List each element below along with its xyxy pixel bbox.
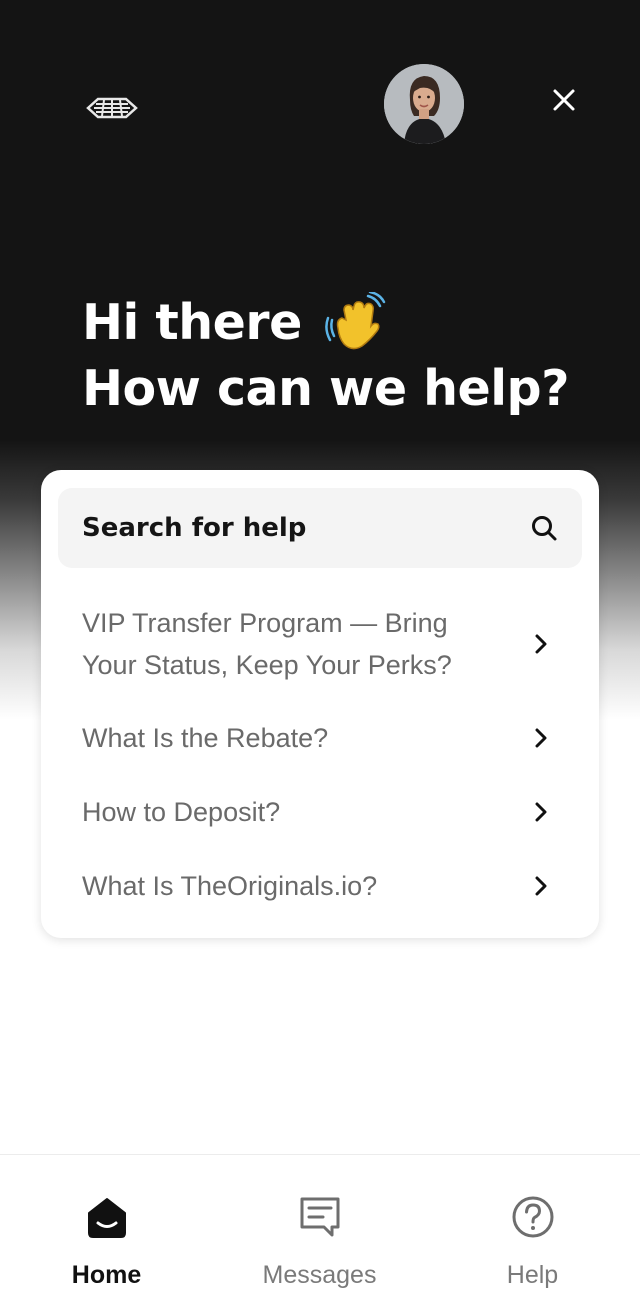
chevron-right-icon [529, 726, 553, 750]
chevron-right-icon [529, 800, 553, 824]
article-item[interactable]: How to Deposit? [41, 791, 599, 833]
home-icon [83, 1193, 131, 1241]
tab-messages[interactable]: Messages [213, 1155, 426, 1316]
messages-icon [296, 1193, 344, 1241]
help-center-page: Hi there How can we help? Search for hel… [0, 0, 640, 1316]
help-icon [509, 1193, 557, 1241]
tab-help-label: Help [506, 1261, 559, 1289]
greeting-line-1: Hi there [82, 290, 622, 356]
search-label: Search for help [82, 513, 307, 543]
greeting-text: Hi there [82, 294, 302, 351]
article-title: How to Deposit? [82, 797, 281, 827]
brand-logo-icon [84, 93, 140, 123]
greeting-question: How can we help? [82, 360, 570, 417]
help-card: Search for help VIP Transfer Program — B… [41, 470, 599, 938]
search-icon[interactable] [530, 514, 558, 542]
greeting-heading: Hi there How can we help? [82, 290, 622, 422]
waving-hand-icon [324, 290, 386, 354]
article-title: What Is the Rebate? [82, 723, 329, 753]
chevron-right-icon [529, 874, 553, 898]
greeting-line-2: How can we help? [82, 356, 622, 422]
close-button[interactable] [544, 80, 584, 120]
article-item[interactable]: What Is the Rebate? [41, 717, 599, 759]
article-item[interactable]: What Is TheOriginals.io? [41, 865, 599, 907]
bottom-tab-bar: Home Messages Help [0, 1154, 640, 1316]
search-field[interactable]: Search for help [58, 488, 582, 568]
support-agent-avatar [384, 64, 464, 144]
article-title: What Is TheOriginals.io? [82, 871, 378, 901]
article-item[interactable]: VIP Transfer Program — Bring Your Status… [41, 600, 599, 688]
tab-home-label: Home [71, 1261, 142, 1289]
tab-messages-label: Messages [262, 1261, 377, 1289]
tab-home[interactable]: Home [0, 1155, 213, 1316]
tab-help[interactable]: Help [426, 1155, 639, 1316]
close-icon [553, 89, 575, 111]
chevron-right-icon [529, 632, 553, 656]
article-title: VIP Transfer Program — Bring Your Status… [82, 608, 452, 680]
